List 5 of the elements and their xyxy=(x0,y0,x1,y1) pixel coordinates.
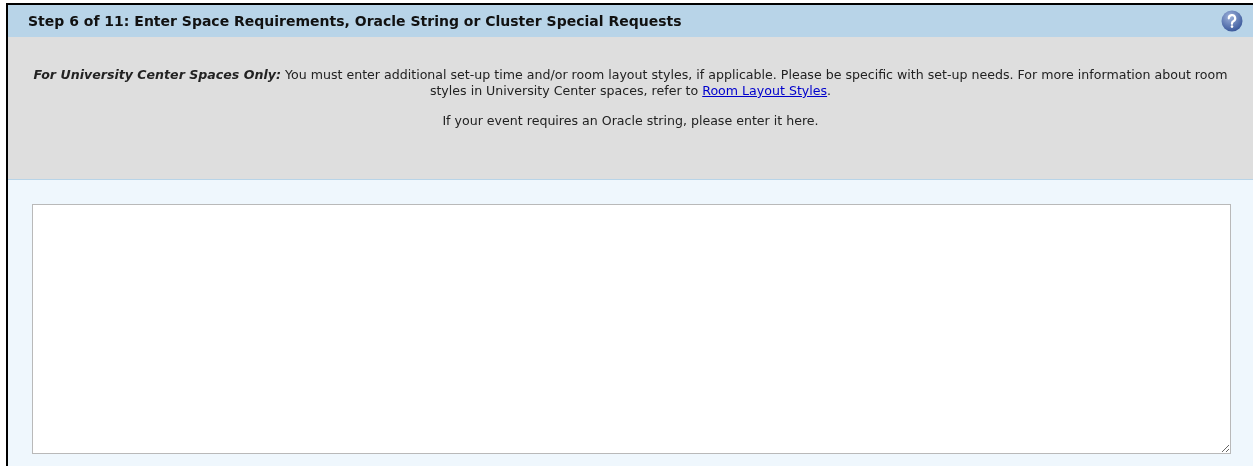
step-title: Step 6 of 11: Enter Space Requirements, Oracle String or Cluster Special Requests xyxy=(28,13,682,29)
help-icon[interactable] xyxy=(1221,10,1243,32)
requests-field[interactable] xyxy=(32,204,1231,454)
instructions-text: For University Center Spaces Only: You must enter additional set-up time and/or room layout styles, if applicable. Please be specific with set-up needs. For more information about room styles in University Center spaces, refer to Room Layout Styles. xyxy=(32,67,1229,99)
oracle-note: If your event requires an Oracle string, please enter it here. xyxy=(441,113,820,129)
